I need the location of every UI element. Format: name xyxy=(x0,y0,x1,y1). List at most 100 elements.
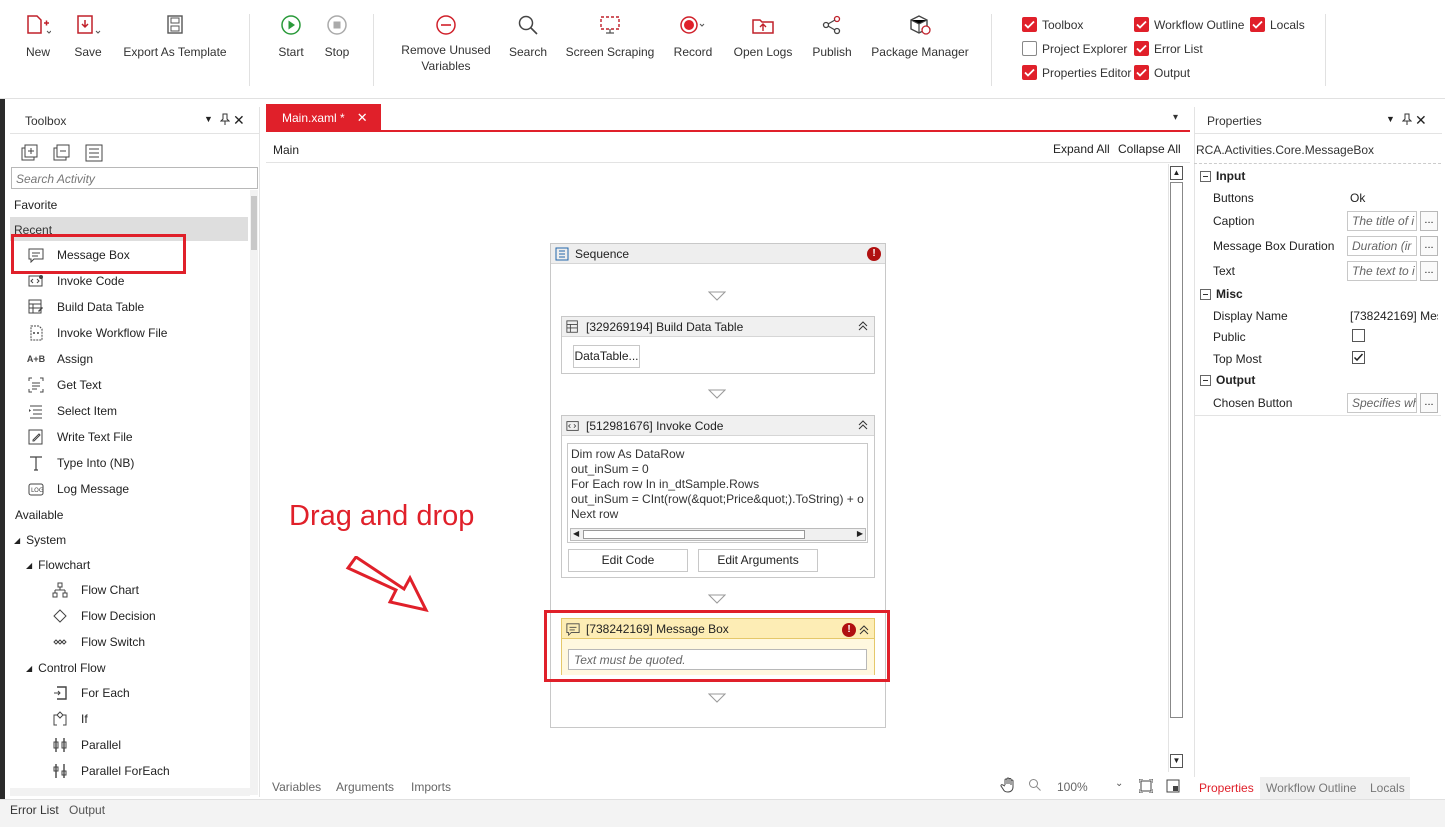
toolbox-item-write-text-file[interactable]: Write Text File xyxy=(27,426,133,448)
tab-overflow-icon[interactable]: ▾ xyxy=(1173,112,1178,123)
code-editor[interactable]: Dim row As DataRow out_inSum = 0 For Eac… xyxy=(567,443,868,543)
variables-tab[interactable]: Variables xyxy=(272,780,321,794)
zoom-icon[interactable] xyxy=(1028,778,1042,792)
search-button[interactable]: Search xyxy=(506,10,550,60)
toolbox-item-flow-chart[interactable]: Flow Chart xyxy=(51,579,139,601)
toolbox-item-type-into[interactable]: Type Into (NB) xyxy=(27,452,134,474)
section-input[interactable]: Input xyxy=(1196,166,1441,186)
breadcrumb[interactable]: Main xyxy=(273,143,299,157)
overview-icon[interactable] xyxy=(1166,779,1180,793)
scroll-left-icon[interactable]: ◀ xyxy=(573,529,579,538)
toolbox-item-for-each[interactable]: For Each xyxy=(51,682,130,704)
scroll-up-icon[interactable]: ▲ xyxy=(1170,166,1183,180)
new-button[interactable]: New xyxy=(18,10,58,60)
locals-tab[interactable]: Locals xyxy=(1364,777,1410,799)
text-expression-button[interactable]: ... xyxy=(1420,261,1438,281)
collapse-chevron-icon[interactable] xyxy=(857,320,869,332)
section-misc[interactable]: Misc xyxy=(1196,284,1441,304)
buttons-value[interactable]: Ok xyxy=(1350,191,1365,205)
drop-target-arrow-icon[interactable] xyxy=(708,389,726,399)
section-output[interactable]: Output xyxy=(1196,370,1441,390)
zoom-level[interactable]: 100% xyxy=(1057,780,1088,794)
favorite-category[interactable]: Favorite xyxy=(14,198,57,212)
package-manager-button[interactable]: Package Manager xyxy=(868,10,972,60)
expand-all-link[interactable]: Expand All xyxy=(1053,142,1110,156)
toolbox-item-if[interactable]: If xyxy=(51,708,88,730)
screen-scraping-button[interactable]: Screen Scraping xyxy=(564,10,656,60)
imports-tab[interactable]: Imports xyxy=(411,780,451,794)
toolbox-item-select-item[interactable]: Select Item xyxy=(27,400,117,422)
code-hscrollbar[interactable]: ◀ ▶ xyxy=(570,528,866,541)
error-icon[interactable]: ! xyxy=(867,247,881,261)
toolbox-item-log-message[interactable]: LOG Log Message xyxy=(27,478,129,500)
save-button[interactable]: Save xyxy=(70,10,106,60)
scroll-right-icon[interactable]: ▶ xyxy=(857,529,863,538)
display-name-value[interactable]: [738242169] Mes xyxy=(1350,309,1438,323)
toolbox-item-parallel-foreach[interactable]: Parallel ForEach xyxy=(51,760,170,782)
toggle-output[interactable]: Output xyxy=(1134,65,1190,80)
caption-input[interactable]: The title of i xyxy=(1347,211,1417,231)
collapse-chevron-icon[interactable] xyxy=(857,419,869,431)
collapse-all-link[interactable]: Collapse All xyxy=(1118,142,1181,156)
caption-expression-button[interactable]: ... xyxy=(1420,211,1438,231)
edit-code-button[interactable]: Edit Code xyxy=(568,549,688,572)
toggle-properties-editor[interactable]: Properties Editor xyxy=(1022,65,1131,80)
open-logs-button[interactable]: Open Logs xyxy=(730,10,796,60)
publish-button[interactable]: Publish xyxy=(808,10,856,60)
remove-unused-variables-button[interactable]: Remove Unused Variables xyxy=(396,10,496,74)
public-checkbox[interactable] xyxy=(1352,329,1365,342)
toolbox-scrollbar[interactable] xyxy=(250,190,258,795)
toggle-error-list[interactable]: Error List xyxy=(1134,41,1203,56)
close-tab-icon[interactable]: ✕ xyxy=(357,110,368,126)
top-most-checkbox[interactable] xyxy=(1352,351,1365,364)
drop-target-arrow-icon[interactable] xyxy=(708,291,726,301)
toggle-project-explorer[interactable]: Project Explorer xyxy=(1022,41,1127,56)
tab-main-xaml[interactable]: Main.xaml * ✕ xyxy=(266,104,381,132)
panel-dropdown-icon[interactable]: ▼ xyxy=(1386,114,1395,124)
edit-arguments-button[interactable]: Edit Arguments xyxy=(698,549,818,572)
tree-flowchart[interactable]: ◢ Flowchart xyxy=(26,558,90,572)
toolbox-item-get-text[interactable]: Get Text xyxy=(27,374,101,396)
close-icon[interactable]: ✕ xyxy=(1415,112,1427,129)
toolbox-item-parallel[interactable]: Parallel xyxy=(51,734,121,756)
drop-target-arrow-icon[interactable] xyxy=(708,693,726,703)
available-category[interactable]: Available xyxy=(15,508,63,522)
toolbox-item-assign[interactable]: A+B Assign xyxy=(27,348,93,370)
collapse-all-icon[interactable] xyxy=(53,144,71,162)
properties-tab[interactable]: Properties xyxy=(1194,777,1260,799)
zoom-dropdown-icon[interactable]: ⌄ xyxy=(1115,778,1123,789)
start-button[interactable]: Start xyxy=(273,10,309,60)
export-template-button[interactable]: Export As Template xyxy=(120,10,230,60)
search-activity-input[interactable]: Search Activity xyxy=(11,167,258,189)
output-tab[interactable]: Output xyxy=(69,803,105,817)
hand-tool-icon[interactable] xyxy=(1000,776,1018,794)
fit-to-screen-icon[interactable] xyxy=(1139,779,1153,793)
toolbox-item-build-data-table[interactable]: Build Data Table xyxy=(27,296,144,318)
tree-control-flow[interactable]: ◢ Control Flow xyxy=(26,661,106,675)
chosen-button-expression-button[interactable]: ... xyxy=(1420,393,1438,413)
toolbox-scrollbar-thumb[interactable] xyxy=(251,196,257,250)
tree-system[interactable]: ◢ System xyxy=(14,533,66,547)
toggle-workflow-outline[interactable]: Workflow Outline xyxy=(1134,17,1244,32)
expand-all-icon[interactable] xyxy=(21,144,39,162)
toggle-toolbox[interactable]: Toolbox xyxy=(1022,17,1083,32)
duration-input[interactable]: Duration (ir xyxy=(1347,236,1417,256)
toolbox-hscrollbar[interactable] xyxy=(10,788,250,796)
record-button[interactable]: Record xyxy=(670,10,716,60)
toolbox-item-flow-decision[interactable]: Flow Decision xyxy=(51,605,156,627)
arguments-tab[interactable]: Arguments xyxy=(336,780,394,794)
duration-expression-button[interactable]: ... xyxy=(1420,236,1438,256)
text-input[interactable]: The text to i xyxy=(1347,261,1417,281)
workflow-outline-tab[interactable]: Workflow Outline xyxy=(1260,777,1364,799)
list-view-icon[interactable] xyxy=(85,144,103,162)
pin-icon[interactable] xyxy=(1402,113,1412,125)
toggle-locals[interactable]: Locals xyxy=(1250,17,1305,32)
error-list-tab[interactable]: Error List xyxy=(10,803,59,817)
datatable-button[interactable]: DataTable... xyxy=(573,345,640,368)
scroll-down-icon[interactable]: ▼ xyxy=(1170,754,1183,768)
toolbox-item-flow-switch[interactable]: Flow Switch xyxy=(51,631,145,653)
toolbox-item-invoke-workflow-file[interactable]: Invoke Workflow File xyxy=(27,322,167,344)
chosen-button-input[interactable]: Specifies wh xyxy=(1347,393,1417,413)
designer-scrollbar-thumb[interactable] xyxy=(1170,182,1183,718)
stop-button[interactable]: Stop xyxy=(320,10,354,60)
